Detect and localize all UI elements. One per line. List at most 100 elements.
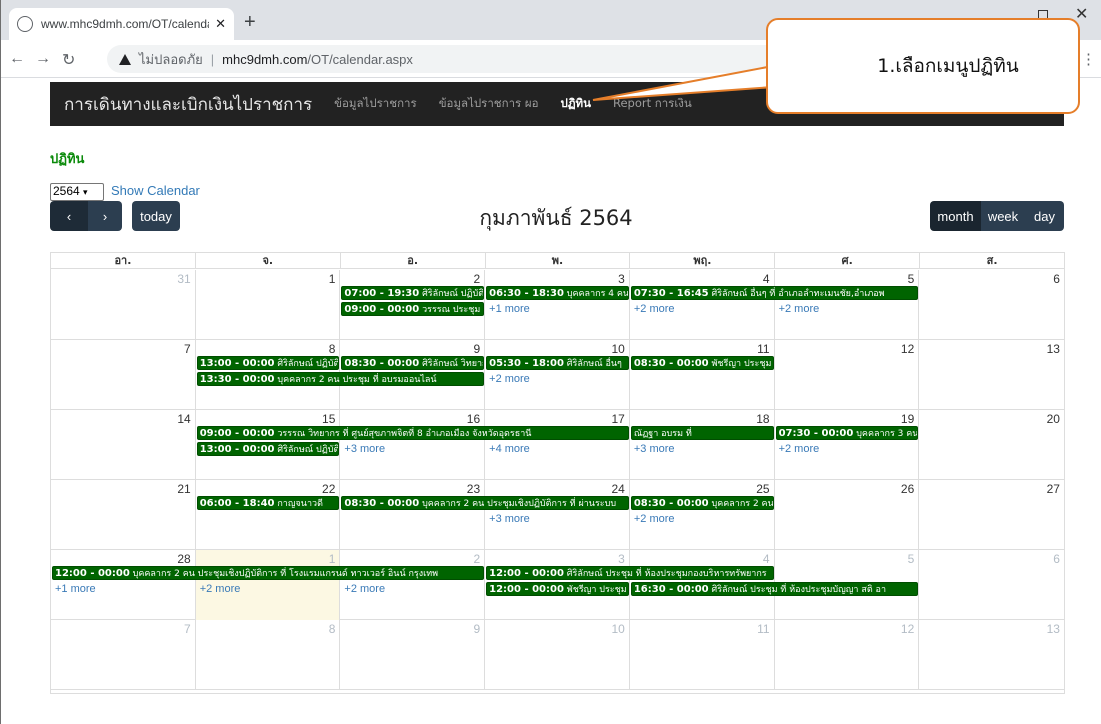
day-number[interactable]: 3 (618, 272, 625, 286)
more-events-link[interactable]: +2 more (489, 373, 530, 385)
day-number[interactable]: 25 (756, 482, 769, 496)
prev-month-button[interactable]: ‹ (50, 201, 88, 231)
more-events-link[interactable]: +2 more (344, 583, 385, 595)
day-number[interactable]: 3 (618, 552, 625, 566)
day-number[interactable]: 27 (1047, 482, 1060, 496)
day-number[interactable]: 17 (611, 412, 624, 426)
day-number[interactable]: 19 (901, 412, 914, 426)
day-number[interactable]: 16 (467, 412, 480, 426)
close-tab-icon[interactable]: ✕ (215, 17, 226, 32)
calendar-event[interactable]: 07:00 - 19:30 ศิริลักษณ์ ปฏิบัติงาน (341, 286, 485, 300)
more-events-link[interactable]: +2 more (634, 303, 675, 315)
day-cell[interactable]: 9 (340, 620, 486, 690)
calendar-event[interactable]: 07:30 - 00:00 บุคคลากร 3 คน (775, 426, 919, 440)
day-number[interactable]: 31 (177, 272, 190, 286)
day-number[interactable]: 9 (473, 342, 480, 356)
calendar-event[interactable]: 08:30 - 00:00 ศิริลักษณ์ วิทยากร (341, 356, 485, 370)
day-cell[interactable]: 11 (630, 340, 775, 410)
day-number[interactable]: 4 (763, 552, 770, 566)
day-cell[interactable]: 12 (775, 340, 920, 410)
window-close-icon[interactable]: ✕ (1075, 4, 1088, 24)
day-number[interactable]: 5 (908, 552, 915, 566)
day-number[interactable]: 1 (329, 552, 336, 566)
calendar-event[interactable]: 13:00 - 00:00 ศิริลักษณ์ ปฏิบัติงาน (196, 442, 340, 456)
day-cell[interactable]: 23 (340, 480, 486, 550)
back-arrow-icon[interactable]: ← (9, 50, 25, 68)
day-number[interactable]: 28 (177, 552, 190, 566)
calendar-event[interactable]: 09:00 - 00:00 วรรรณ วิทยากร ที่ ศูนย์สุข… (196, 426, 629, 440)
more-vert-icon[interactable]: ⋮ (1081, 50, 1096, 68)
calendar-event[interactable]: 05:30 - 18:00 ศิริลักษณ์ อื่นๆ (486, 356, 629, 370)
day-cell[interactable]: 7 (51, 620, 196, 690)
day-number[interactable]: 23 (467, 482, 480, 496)
more-events-link[interactable]: +2 more (200, 583, 241, 595)
calendar-event[interactable]: 07:30 - 16:45 ศิริลักษณ์ อื่นๆ ที่ อำเภอ… (630, 286, 919, 300)
day-view-button[interactable]: day (1025, 201, 1064, 231)
today-button[interactable]: today (132, 201, 180, 231)
day-number[interactable]: 24 (611, 482, 624, 496)
calendar-event[interactable]: 08:30 - 00:00 บุคคลากร 2 คน ประชุมเชิงปฏ… (341, 496, 629, 510)
day-number[interactable]: 12 (901, 622, 914, 636)
day-number[interactable]: 13 (1047, 342, 1060, 356)
day-number[interactable]: 5 (908, 272, 915, 286)
more-events-link[interactable]: +1 more (55, 583, 96, 595)
browser-tab[interactable]: www.mhc9dmh.com/OT/calenda ✕ (9, 8, 234, 40)
calendar-event[interactable]: 13:30 - 00:00 บุคคลากร 2 คน ประชุม ที่ อ… (196, 372, 485, 386)
day-cell[interactable]: 13 (919, 620, 1064, 690)
day-number[interactable]: 7 (184, 622, 191, 636)
calendar-event[interactable]: 09:00 - 00:00 วรรรณ ประชุม (341, 302, 485, 316)
day-cell[interactable]: 20 (919, 410, 1064, 480)
day-number[interactable]: 26 (901, 482, 914, 496)
day-cell[interactable]: 1 (196, 270, 341, 340)
day-number[interactable]: 6 (1053, 272, 1060, 286)
day-number[interactable]: 10 (611, 622, 624, 636)
day-cell[interactable]: 7 (51, 340, 196, 410)
nav-item-travel-info-director[interactable]: ข้อมูลไปราชการ ผอ (439, 95, 539, 113)
calendar-event[interactable]: 13:00 - 00:00 ศิริลักษณ์ ปฏิบัติงาน (196, 356, 340, 370)
day-number[interactable]: 13 (1047, 622, 1060, 636)
more-events-link[interactable]: +3 more (634, 443, 675, 455)
day-number[interactable]: 22 (322, 482, 335, 496)
day-cell[interactable]: 26 (775, 480, 920, 550)
more-events-link[interactable]: +3 more (344, 443, 385, 455)
calendar-event[interactable]: 08:30 - 00:00 บุคคลากร 2 คน (630, 496, 774, 510)
day-number[interactable]: 6 (1053, 552, 1060, 566)
day-cell[interactable]: 6 (919, 550, 1064, 620)
site-brand[interactable]: การเดินทางและเบิกเงินไปราชการ (64, 91, 312, 118)
day-cell[interactable]: 21 (51, 480, 196, 550)
more-events-link[interactable]: +3 more (489, 513, 530, 525)
day-number[interactable]: 2 (473, 272, 480, 286)
more-events-link[interactable]: +2 more (779, 443, 820, 455)
day-cell[interactable]: 14 (51, 410, 196, 480)
calendar-event[interactable]: 08:30 - 00:00 พัชรีญา ประชุม (630, 356, 774, 370)
day-cell[interactable]: 27 (919, 480, 1064, 550)
day-cell[interactable]: 10 (485, 620, 630, 690)
day-number[interactable]: 8 (329, 342, 336, 356)
day-number[interactable]: 2 (473, 552, 480, 566)
year-select[interactable]: 2564 ▾ (50, 183, 104, 201)
day-number[interactable]: 14 (177, 412, 190, 426)
day-cell[interactable]: 12 (775, 620, 920, 690)
calendar-event[interactable]: 06:30 - 18:30 บุคคลากร 4 คน (486, 286, 629, 300)
nav-item-calendar[interactable]: ปฏิทิน (561, 95, 591, 113)
calendar-event[interactable]: 12:00 - 00:00 บุคคลากร 2 คน ประชุมเชิงปฏ… (52, 566, 485, 580)
day-cell[interactable]: 8 (196, 620, 341, 690)
day-number[interactable]: 7 (184, 342, 191, 356)
day-cell[interactable]: 13 (919, 340, 1064, 410)
day-number[interactable]: 11 (757, 622, 769, 636)
nav-item-finance-report[interactable]: Report การเงิน (613, 95, 692, 113)
week-view-button[interactable]: week (981, 201, 1025, 231)
day-number[interactable]: 21 (177, 482, 190, 496)
day-cell[interactable]: 31 (51, 270, 196, 340)
day-cell[interactable]: 6 (919, 270, 1064, 340)
new-tab-button[interactable]: + (244, 12, 256, 32)
calendar-event[interactable]: 12:00 - 00:00 ศิริลักษณ์ ประชุม ที่ ห้อง… (486, 566, 774, 580)
day-cell[interactable]: 22 (196, 480, 341, 550)
calendar-event[interactable]: 06:00 - 18:40 กาญจนาวดี (196, 496, 340, 510)
next-month-button[interactable]: › (88, 201, 122, 231)
show-calendar-link[interactable]: Show Calendar (111, 183, 200, 198)
calendar-event[interactable]: ณัฏฐา อบรม ที่ (630, 426, 774, 440)
day-cell[interactable]: 11 (630, 620, 775, 690)
day-number[interactable]: 11 (757, 342, 769, 356)
more-events-link[interactable]: +4 more (489, 443, 530, 455)
